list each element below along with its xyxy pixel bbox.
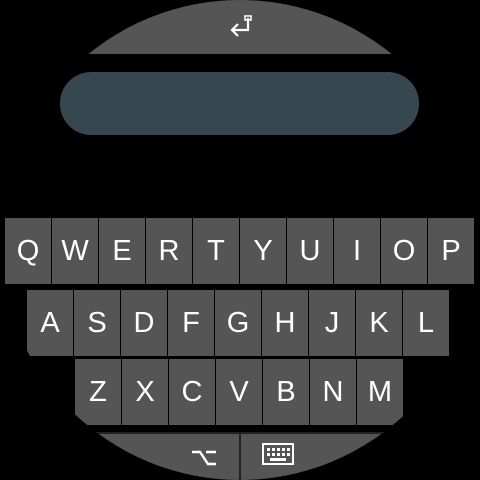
keyboard-row-2: ASDFGHJKL <box>27 290 450 356</box>
key-x[interactable]: X <box>122 359 168 425</box>
key-q[interactable]: Q <box>5 218 51 284</box>
key-w[interactable]: W <box>52 218 98 284</box>
key-g[interactable]: G <box>215 290 261 356</box>
key-m[interactable]: M <box>357 359 403 425</box>
key-i[interactable]: I <box>334 218 380 284</box>
key-y[interactable]: Y <box>240 218 286 284</box>
key-b[interactable]: B <box>263 359 309 425</box>
keyboard-icon <box>262 443 294 465</box>
alt-symbols-button[interactable] <box>170 434 238 480</box>
key-f[interactable]: F <box>168 290 214 356</box>
key-u[interactable]: U <box>287 218 333 284</box>
key-h[interactable]: H <box>262 290 308 356</box>
keyboard-bottom-bar <box>0 432 480 480</box>
key-d[interactable]: D <box>121 290 167 356</box>
keyboard-row-1: QWERTYUIOP <box>5 218 475 284</box>
key-l[interactable]: L <box>403 290 449 356</box>
key-z[interactable]: Z <box>75 359 121 425</box>
text-input-field[interactable] <box>60 72 419 135</box>
key-r[interactable]: R <box>146 218 192 284</box>
watch-screen: QWERTYUIOP ASDFGHJKL ZXCVBNM <box>0 0 480 480</box>
key-n[interactable]: N <box>310 359 356 425</box>
enter-button[interactable] <box>0 0 480 54</box>
key-v[interactable]: V <box>216 359 262 425</box>
key-s[interactable]: S <box>74 290 120 356</box>
key-t[interactable]: T <box>193 218 239 284</box>
key-p[interactable]: P <box>428 218 474 284</box>
enter-icon <box>230 15 252 37</box>
key-c[interactable]: C <box>169 359 215 425</box>
key-j[interactable]: J <box>309 290 355 356</box>
alt-symbols-icon <box>192 450 216 466</box>
key-k[interactable]: K <box>356 290 402 356</box>
switch-keyboard-button[interactable] <box>241 434 313 480</box>
key-e[interactable]: E <box>99 218 145 284</box>
keyboard-row-3: ZXCVBNM <box>75 359 404 425</box>
key-o[interactable]: O <box>381 218 427 284</box>
key-a[interactable]: A <box>27 290 73 356</box>
